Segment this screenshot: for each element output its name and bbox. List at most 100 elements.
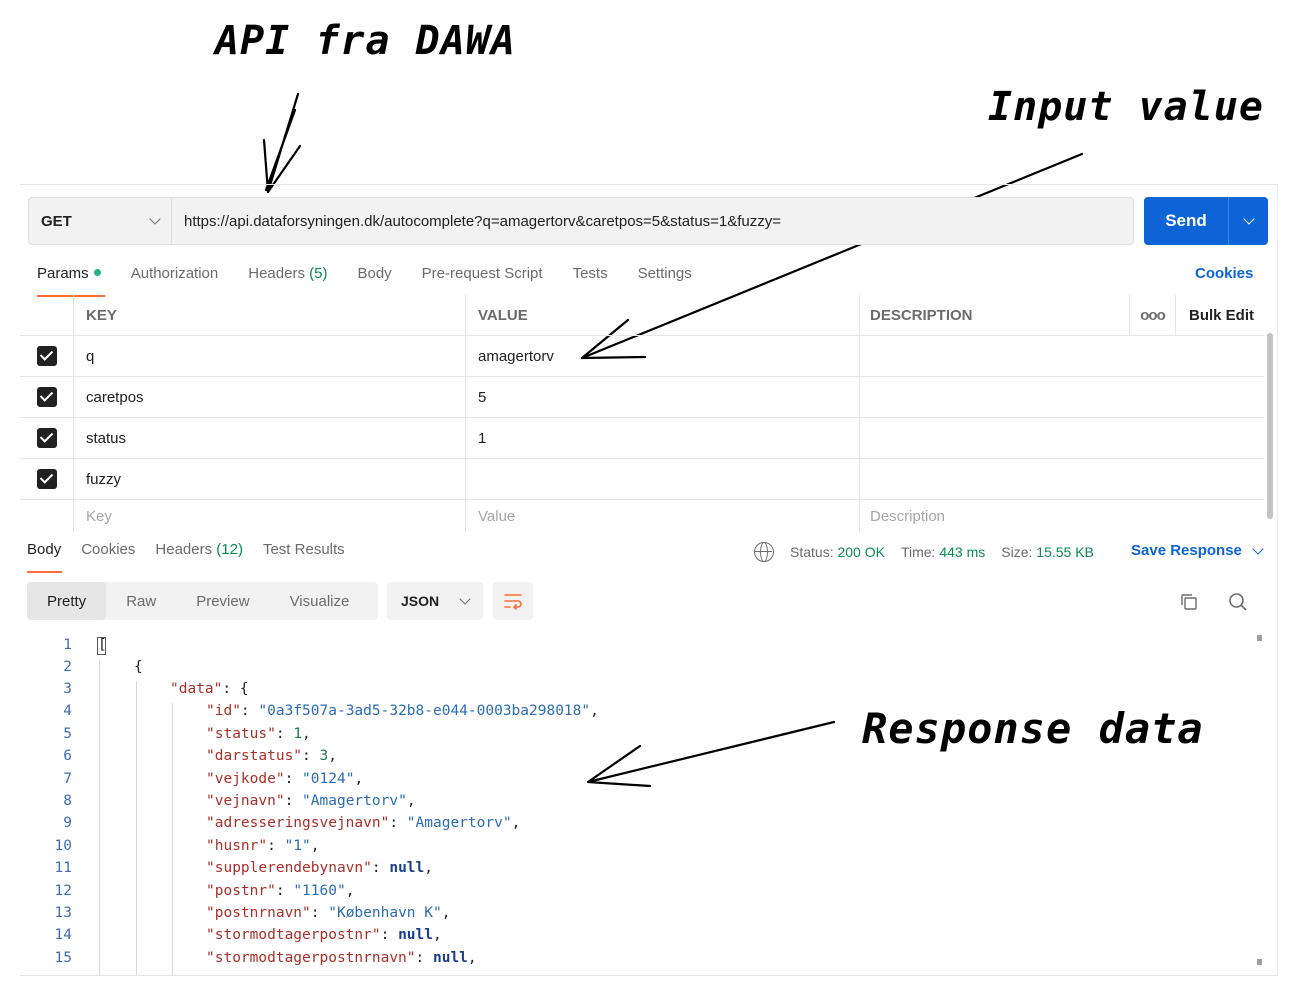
mode-raw[interactable]: Raw bbox=[106, 582, 176, 620]
param-checkbox[interactable] bbox=[36, 428, 57, 448]
code-token: , bbox=[310, 838, 320, 854]
format-label: JSON bbox=[401, 593, 440, 609]
code-token: "postnrnavn" bbox=[206, 905, 311, 921]
params-indicator-dot bbox=[93, 269, 101, 276]
param-description[interactable] bbox=[859, 459, 1129, 499]
param-checkbox[interactable] bbox=[36, 387, 57, 407]
globe-icon[interactable] bbox=[754, 542, 774, 562]
param-value[interactable] bbox=[465, 459, 859, 499]
arrow-api bbox=[262, 92, 302, 194]
indent-guide bbox=[136, 681, 137, 975]
tab-response-body[interactable]: Body bbox=[27, 541, 63, 573]
size-group: Size: 15.55 KB bbox=[1001, 544, 1094, 560]
search-icon[interactable] bbox=[1228, 592, 1248, 612]
new-value-input[interactable]: Value bbox=[465, 500, 859, 532]
param-value[interactable]: amagertorv bbox=[465, 336, 859, 376]
response-body-viewer[interactable]: 1 2 3 4 5 6 7 8 9 10 11 12 13 14 15 [{"d… bbox=[20, 635, 1256, 975]
send-button[interactable]: Send bbox=[1144, 197, 1268, 245]
copy-icon[interactable] bbox=[1180, 593, 1198, 611]
line-number: 5 bbox=[63, 726, 72, 742]
new-key-input[interactable]: Key bbox=[73, 500, 465, 532]
url-text: https://api.dataforsyningen.dk/autocompl… bbox=[184, 212, 782, 230]
param-description[interactable] bbox=[859, 336, 1129, 376]
code-token: "vejkode" bbox=[206, 771, 285, 787]
code-scrollbar-bottom[interactable] bbox=[1257, 959, 1262, 965]
time-label: Time: bbox=[900, 544, 936, 560]
tab-body[interactable]: Body bbox=[357, 265, 391, 297]
tab-tests[interactable]: Tests bbox=[573, 265, 608, 297]
code-token: "vejnavn" bbox=[206, 793, 285, 809]
bulk-edit-button[interactable]: Bulk Edit bbox=[1175, 295, 1264, 335]
param-description[interactable] bbox=[859, 418, 1129, 458]
indent-guide bbox=[99, 659, 100, 975]
response-status: Status: 200 OK Time: 443 ms Size: 15.55 … bbox=[754, 542, 1110, 562]
code-token: , bbox=[354, 771, 364, 787]
method-select[interactable]: GET bbox=[28, 197, 172, 245]
param-checkbox[interactable] bbox=[36, 346, 57, 366]
line-number: 12 bbox=[54, 883, 72, 899]
tab-response-headers[interactable]: Headers (12) bbox=[155, 541, 243, 573]
line-number: 10 bbox=[54, 838, 72, 854]
tab-settings[interactable]: Settings bbox=[638, 265, 692, 297]
param-value[interactable]: 5 bbox=[465, 377, 859, 417]
param-description[interactable] bbox=[859, 377, 1129, 417]
tab-prerequest-script[interactable]: Pre-request Script bbox=[422, 265, 543, 297]
url-input[interactable]: https://api.dataforsyningen.dk/autocompl… bbox=[172, 197, 1134, 245]
code-token: "0124" bbox=[302, 771, 355, 787]
code-scrollbar-top[interactable] bbox=[1257, 635, 1262, 641]
param-value[interactable]: 1 bbox=[465, 418, 859, 458]
params-scrollbar[interactable] bbox=[1267, 333, 1273, 519]
send-options-button[interactable] bbox=[1229, 197, 1268, 245]
mode-visualize[interactable]: Visualize bbox=[270, 582, 370, 620]
code-token: 1 bbox=[293, 726, 303, 742]
code-line: "darstatus": 3, bbox=[206, 748, 337, 764]
param-key[interactable]: caretpos bbox=[73, 377, 465, 417]
time-group: Time: 443 ms bbox=[901, 544, 985, 560]
line-number: 3 bbox=[63, 681, 72, 697]
new-description-input[interactable]: Description bbox=[859, 500, 1129, 532]
cookies-link[interactable]: Cookies bbox=[1195, 265, 1253, 282]
code-token: , bbox=[511, 815, 521, 831]
code-token: "status" bbox=[206, 726, 276, 742]
table-row: q amagertorv bbox=[20, 336, 1264, 377]
row-check-cell bbox=[20, 418, 73, 458]
code-token: "Amagertorv" bbox=[302, 793, 407, 809]
save-response-button[interactable]: Save Response bbox=[1131, 542, 1264, 559]
code-token: , bbox=[433, 927, 442, 943]
code-line: "data": { bbox=[170, 681, 249, 697]
tab-headers-count: (5) bbox=[309, 265, 328, 282]
line-number: 1 bbox=[63, 637, 72, 653]
code-line: "postnrnavn": "København K", bbox=[206, 905, 450, 921]
code-token: , bbox=[424, 860, 433, 876]
code-token: : bbox=[267, 838, 285, 854]
code-token: { bbox=[134, 659, 143, 675]
code-token: , bbox=[441, 905, 451, 921]
mode-preview[interactable]: Preview bbox=[176, 582, 269, 620]
param-key[interactable]: status bbox=[73, 418, 465, 458]
tab-headers[interactable]: Headers (5) bbox=[248, 265, 327, 297]
code-line: "husnr": "1", bbox=[206, 838, 320, 854]
tab-response-cookies[interactable]: Cookies bbox=[81, 541, 135, 573]
tab-params[interactable]: Params bbox=[37, 265, 105, 297]
param-key[interactable]: fuzzy bbox=[73, 459, 465, 499]
param-key[interactable]: q bbox=[73, 336, 465, 376]
code-line: "adresseringsvejnavn": "Amagertorv", bbox=[206, 815, 520, 831]
code-token: : bbox=[275, 883, 294, 899]
code-token: : bbox=[302, 748, 320, 764]
annotation-input-value: Input value bbox=[988, 84, 1264, 130]
code-token: "darstatus" bbox=[206, 748, 303, 764]
more-options-icon[interactable]: ooo bbox=[1129, 295, 1175, 335]
method-label: GET bbox=[41, 212, 72, 230]
code-token: : bbox=[415, 950, 433, 966]
chevron-down-icon bbox=[459, 593, 471, 605]
table-row: caretpos 5 bbox=[20, 377, 1264, 418]
tab-authorization[interactable]: Authorization bbox=[131, 265, 219, 297]
tab-test-results[interactable]: Test Results bbox=[263, 541, 345, 573]
param-checkbox[interactable] bbox=[36, 469, 57, 489]
mode-pretty[interactable]: Pretty bbox=[27, 582, 107, 620]
format-select[interactable]: JSON bbox=[387, 582, 483, 620]
code-token: "stormodtagerpostnr" bbox=[206, 927, 381, 943]
code-token: : bbox=[371, 860, 390, 876]
line-number: 13 bbox=[54, 905, 72, 921]
wrap-lines-button[interactable] bbox=[493, 582, 533, 620]
